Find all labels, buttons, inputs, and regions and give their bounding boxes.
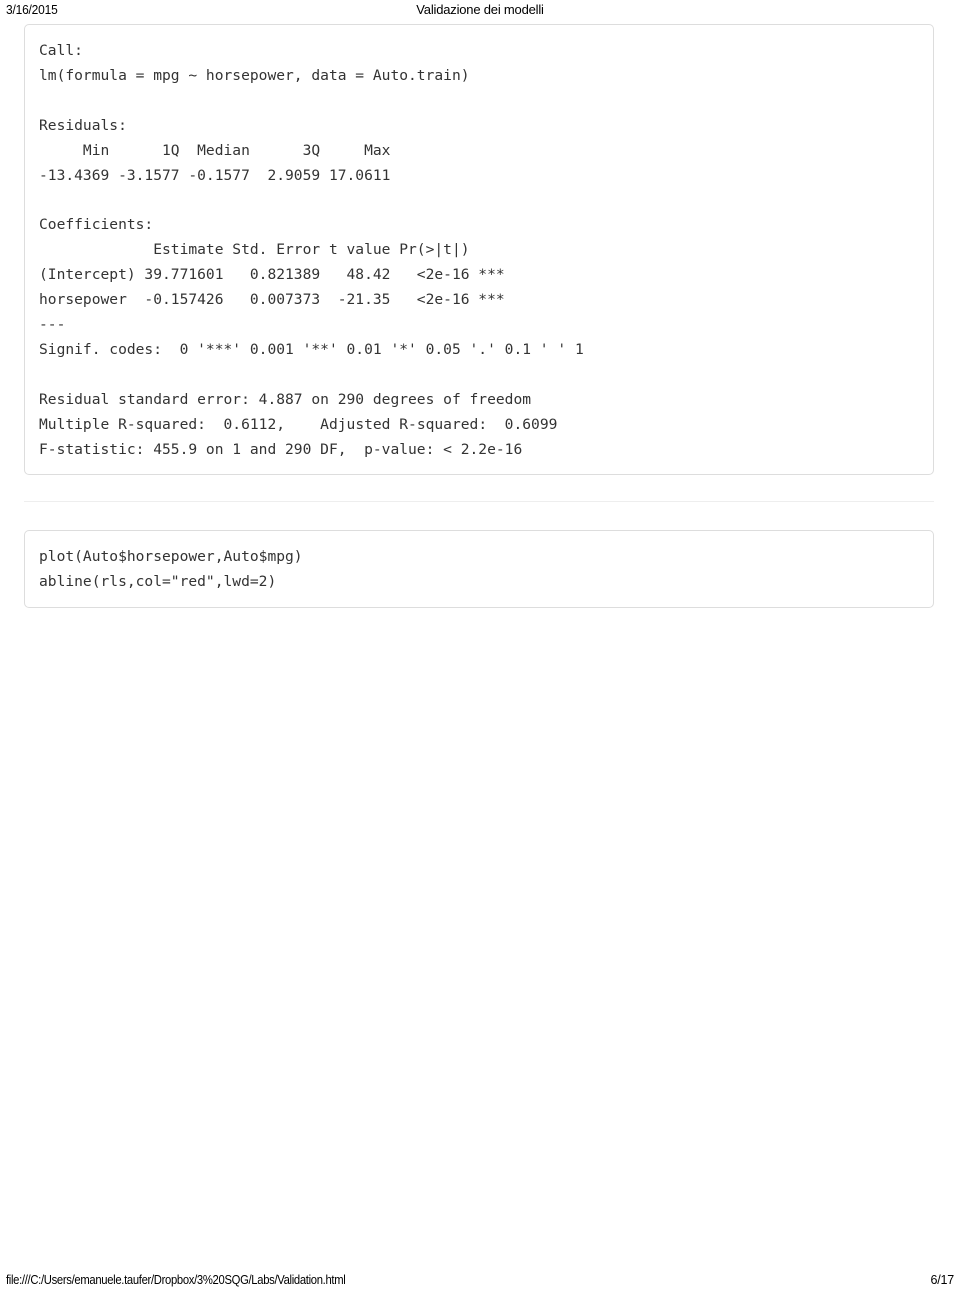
footer-page-number: 6/17 [930, 1273, 954, 1287]
footer-source-url: file:///C:/Users/emanuele.taufer/Dropbox… [6, 1273, 346, 1287]
plot-code-block: plot(Auto$horsepower,Auto$mpg) abline(rl… [24, 530, 934, 609]
document-content: Call: lm(formula = mpg ~ horsepower, dat… [24, 24, 936, 609]
page-header: 3/16/2015 Validazione dei modelli [0, 0, 960, 26]
regression-output-text: Call: lm(formula = mpg ~ horsepower, dat… [39, 42, 584, 458]
page-title: Validazione dei modelli [416, 2, 544, 17]
page-footer: file:///C:/Users/emanuele.taufer/Dropbox… [0, 1273, 960, 1293]
regression-output-block: Call: lm(formula = mpg ~ horsepower, dat… [24, 24, 934, 476]
section-divider [24, 501, 934, 503]
plot-code-text: plot(Auto$horsepower,Auto$mpg) abline(rl… [39, 548, 303, 591]
